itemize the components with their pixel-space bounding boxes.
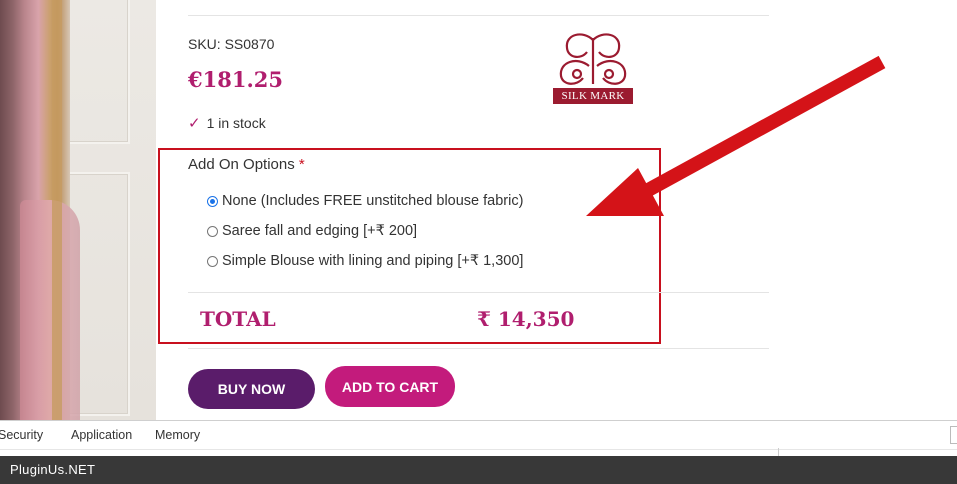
sku-label: SKU: SS0870: [188, 36, 275, 52]
stock-status: ✓ 1 in stock: [188, 114, 266, 132]
saree-border: [52, 0, 62, 420]
annotation-arrow-icon: [586, 55, 886, 216]
devtools-tab-security[interactable]: Security: [0, 428, 43, 442]
divider: [778, 448, 779, 456]
addon-option-simple-blouse[interactable]: Simple Blouse with lining and piping [+₹…: [207, 253, 523, 269]
addon-option-none[interactable]: None (Includes FREE unstitched blouse fa…: [207, 193, 523, 209]
addon-title-text: Add On Options: [188, 156, 295, 173]
total-label: TOTAL: [200, 307, 276, 331]
radio-button[interactable]: [207, 195, 218, 207]
radio-button[interactable]: [207, 225, 218, 237]
divider: [188, 15, 769, 16]
option-label: Simple Blouse with lining and piping [+₹…: [222, 253, 524, 269]
product-image[interactable]: [0, 0, 156, 420]
footer-brand: PluginUs.NET: [10, 462, 96, 477]
option-label: Saree fall and edging [+₹ 200]: [222, 223, 418, 239]
buy-now-button[interactable]: BUY NOW: [188, 369, 315, 409]
devtools-tabbar: Security Application Memory: [0, 420, 957, 450]
checkmark-icon: ✓: [188, 115, 201, 132]
footer-bar: PluginUs.NET: [0, 456, 957, 484]
radio-button[interactable]: [207, 255, 218, 267]
devtools-control[interactable]: [950, 426, 957, 444]
addon-option-fall-edging[interactable]: Saree fall and edging [+₹ 200]: [207, 223, 417, 239]
door-panel: [60, 0, 130, 144]
divider: [188, 292, 769, 293]
divider: [188, 348, 769, 349]
required-mark: *: [298, 156, 305, 173]
option-label: None (Includes FREE unstitched blouse fa…: [222, 193, 524, 209]
saree-drape: [20, 200, 80, 420]
product-price: €181.25: [188, 67, 283, 92]
devtools-tab-memory[interactable]: Memory: [155, 428, 200, 442]
addon-title: Add On Options *: [188, 156, 305, 173]
add-to-cart-button[interactable]: ADD TO CART: [325, 366, 455, 407]
stock-text: 1 in stock: [206, 115, 266, 131]
total-value: ₹ 14,350: [477, 307, 575, 331]
devtools-tab-application[interactable]: Application: [71, 428, 132, 442]
